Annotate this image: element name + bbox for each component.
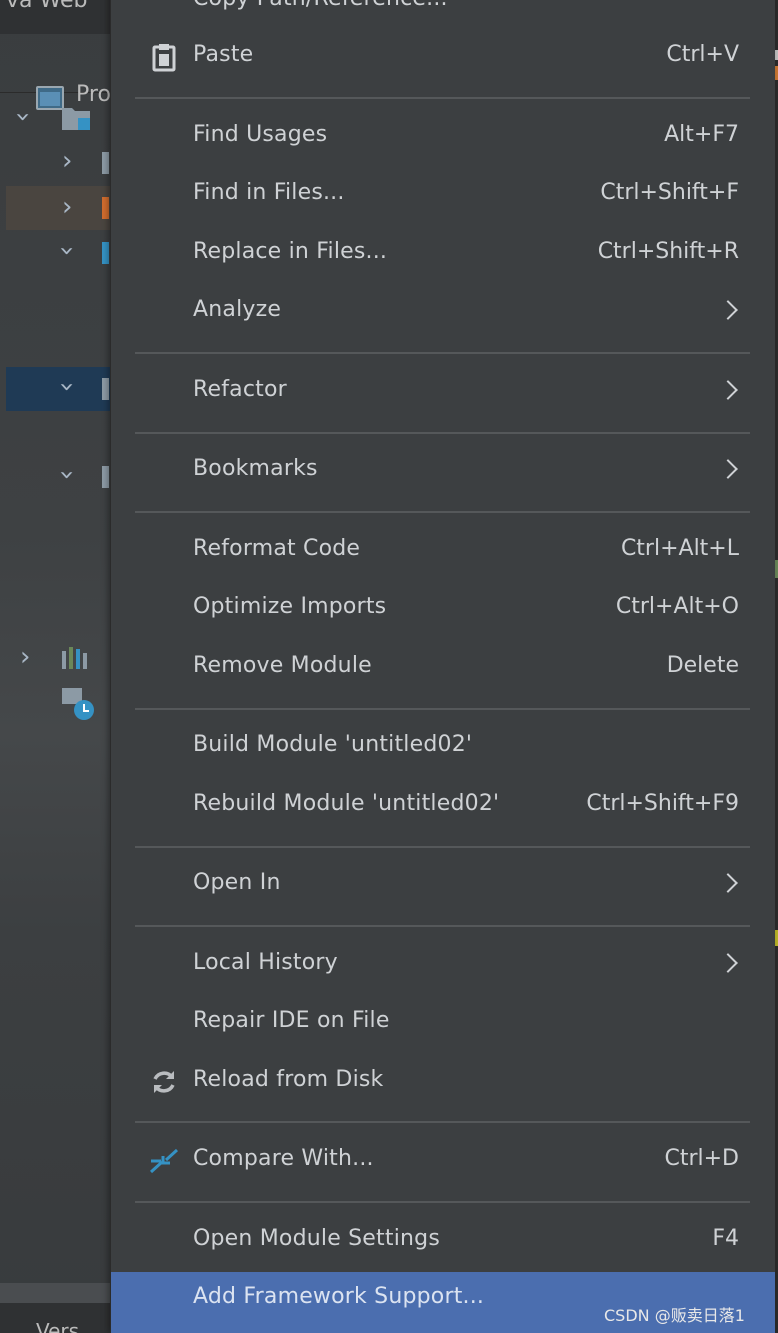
folder-icon bbox=[102, 152, 109, 174]
menu-item-shortcut: F4 bbox=[712, 1226, 739, 1251]
menu-item-compare-with[interactable]: Compare With... Ctrl+D bbox=[111, 1134, 775, 1190]
menu-item-find-usages[interactable]: Find Usages Alt+F7 bbox=[111, 110, 775, 166]
submenu-arrow-icon bbox=[718, 300, 738, 320]
chevron-right-icon[interactable]: › bbox=[62, 148, 72, 174]
menu-item-label: Local History bbox=[193, 950, 338, 975]
menu-item-shortcut: Ctrl+D bbox=[664, 1146, 739, 1171]
folder-icon bbox=[102, 378, 109, 400]
menu-item-shortcut: Ctrl+Alt+L bbox=[620, 536, 739, 561]
menu-item-label: Reload from Disk bbox=[193, 1067, 384, 1092]
menu-item-label: Reformat Code bbox=[193, 536, 361, 561]
chevron-right-icon[interactable]: › bbox=[62, 194, 72, 220]
menu-item-label: Add Framework Support... bbox=[193, 1284, 485, 1309]
excluded-folder-icon bbox=[102, 197, 109, 219]
chevron-down-icon[interactable]: › bbox=[52, 246, 82, 256]
menu-separator bbox=[135, 1201, 750, 1203]
menu-item-label: Optimize Imports bbox=[193, 594, 387, 619]
menu-item-shortcut: Ctrl+Shift+F bbox=[600, 180, 739, 205]
menu-item-copy-path[interactable]: Copy Path/Reference... bbox=[111, 0, 775, 30]
menu-separator bbox=[135, 511, 750, 513]
folder-icon bbox=[102, 466, 109, 488]
submenu-arrow-icon bbox=[718, 459, 738, 479]
menu-item-repair-ide[interactable]: Repair IDE on File bbox=[111, 996, 775, 1052]
menu-separator bbox=[135, 925, 750, 927]
scratches-icon bbox=[62, 688, 94, 720]
menu-item-open-in[interactable]: Open In bbox=[111, 858, 775, 914]
menu-item-shortcut: Delete bbox=[666, 653, 739, 678]
menu-item-label: Compare With... bbox=[193, 1146, 374, 1171]
menu-item-label: Replace in Files... bbox=[193, 239, 388, 264]
menu-item-label: Open Module Settings bbox=[193, 1226, 440, 1251]
menu-separator bbox=[135, 708, 750, 710]
chevron-down-icon[interactable]: › bbox=[8, 112, 38, 122]
menu-item-label: Paste bbox=[193, 42, 254, 67]
menu-item-label: Bookmarks bbox=[193, 456, 318, 481]
menu-separator bbox=[135, 97, 750, 99]
tree-row-highlight bbox=[6, 186, 112, 230]
menu-item-analyze[interactable]: Analyze bbox=[111, 285, 775, 341]
window-title-bar: va Web bbox=[0, 0, 112, 34]
menu-item-label: Find Usages bbox=[193, 122, 328, 147]
menu-item-rebuild-module[interactable]: Rebuild Module 'untitled02' Ctrl+Shift+F… bbox=[111, 779, 775, 835]
menu-item-bookmarks[interactable]: Bookmarks bbox=[111, 444, 775, 500]
menu-item-shortcut: Ctrl+Shift+R bbox=[597, 239, 739, 264]
external-libraries-icon bbox=[62, 647, 87, 669]
clipboard-icon bbox=[152, 44, 176, 72]
menu-item-remove-module[interactable]: Remove Module Delete bbox=[111, 641, 775, 697]
menu-item-label: Build Module 'untitled02' bbox=[193, 732, 473, 757]
menu-item-find-in-files[interactable]: Find in Files... Ctrl+Shift+F bbox=[111, 168, 775, 224]
menu-item-label: Find in Files... bbox=[193, 180, 345, 205]
module-folder-icon bbox=[62, 108, 90, 130]
bottom-tool-strip: Vers bbox=[0, 1303, 112, 1333]
chevron-right-icon[interactable]: › bbox=[20, 644, 30, 670]
submenu-arrow-icon bbox=[718, 953, 738, 973]
menu-item-label: Open In bbox=[193, 870, 281, 895]
menu-item-refactor[interactable]: Refactor bbox=[111, 365, 775, 421]
menu-separator bbox=[135, 1121, 750, 1123]
project-header[interactable]: Pro bbox=[0, 34, 112, 110]
menu-item-label: Analyze bbox=[193, 297, 282, 322]
menu-item-shortcut: Alt+F7 bbox=[664, 122, 739, 147]
menu-item-label: Rebuild Module 'untitled02' bbox=[193, 791, 500, 816]
submenu-arrow-icon bbox=[718, 873, 738, 893]
menu-item-replace-in-files[interactable]: Replace in Files... Ctrl+Shift+R bbox=[111, 227, 775, 283]
menu-item-label: Remove Module bbox=[193, 653, 372, 678]
watermark-text: CSDN @贩卖日落1 bbox=[604, 1306, 745, 1325]
compare-arrows-icon bbox=[149, 1148, 179, 1174]
menu-item-optimize-imports[interactable]: Optimize Imports Ctrl+Alt+O bbox=[111, 582, 775, 638]
project-tool-window: va Web Pro › › › › › › › Vers bbox=[0, 0, 112, 1333]
menu-item-reformat-code[interactable]: Reformat Code Ctrl+Alt+L bbox=[111, 524, 775, 580]
menu-separator bbox=[135, 352, 750, 354]
menu-item-reload-from-disk[interactable]: Reload from Disk bbox=[111, 1055, 775, 1111]
menu-item-shortcut: Ctrl+V bbox=[666, 42, 739, 67]
menu-item-open-module-settings[interactable]: Open Module Settings F4 bbox=[111, 1214, 775, 1270]
menu-item-local-history[interactable]: Local History bbox=[111, 938, 775, 994]
menu-item-paste[interactable]: Paste Ctrl+V bbox=[111, 30, 775, 86]
menu-separator bbox=[135, 846, 750, 848]
chevron-down-icon[interactable]: › bbox=[52, 382, 82, 392]
window-title: va Web bbox=[6, 0, 88, 13]
menu-item-shortcut: Ctrl+Shift+F9 bbox=[586, 791, 739, 816]
submenu-arrow-icon bbox=[718, 380, 738, 400]
menu-item-label: Repair IDE on File bbox=[193, 1008, 390, 1033]
menu-item-build-module[interactable]: Build Module 'untitled02' bbox=[111, 720, 775, 776]
menu-item-shortcut: Ctrl+Alt+O bbox=[615, 594, 739, 619]
menu-item-label: Refactor bbox=[193, 377, 287, 402]
menu-item-label: Copy Path/Reference... bbox=[193, 0, 448, 11]
context-menu: Copy Path/Reference... Paste Ctrl+V Find… bbox=[110, 0, 775, 1333]
menu-separator bbox=[135, 432, 750, 434]
chevron-down-icon[interactable]: › bbox=[52, 470, 82, 480]
version-control-tab[interactable]: Vers bbox=[36, 1319, 79, 1333]
source-folder-icon bbox=[102, 242, 109, 264]
reload-icon bbox=[153, 1071, 175, 1093]
horizontal-scrollbar[interactable] bbox=[0, 1283, 112, 1303]
